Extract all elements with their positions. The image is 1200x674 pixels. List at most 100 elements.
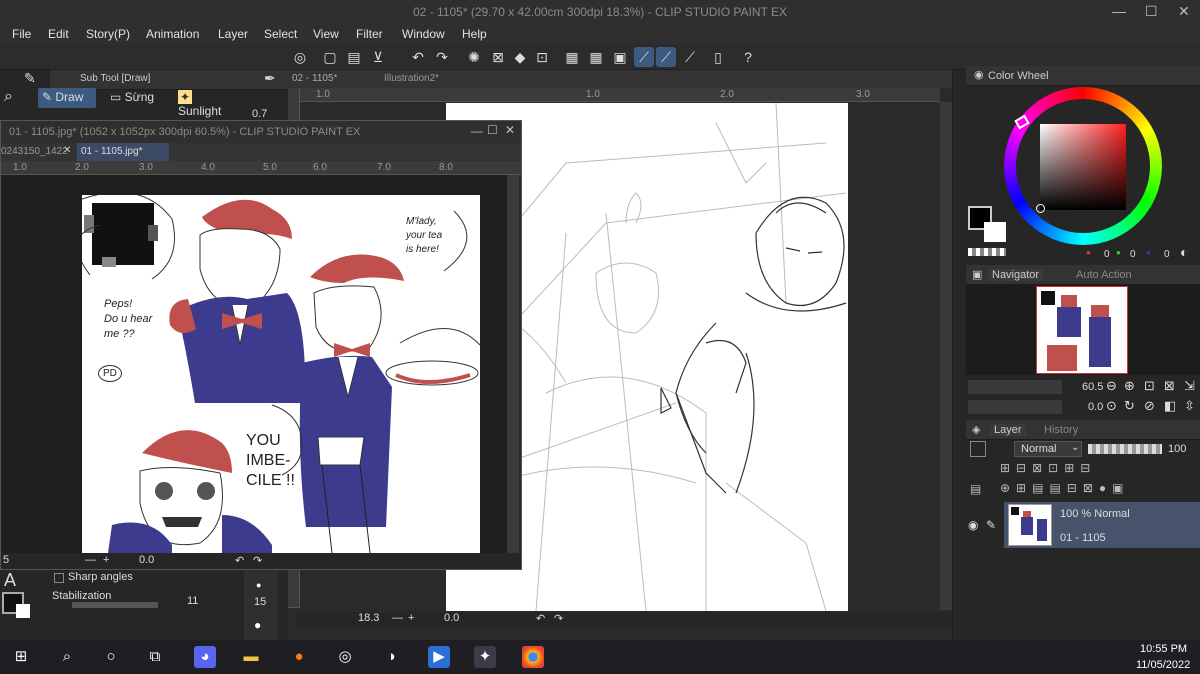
- navigator-flip-icon[interactable]: ⇲: [1184, 378, 1195, 394]
- menu-select[interactable]: Select: [264, 27, 297, 41]
- sub-color-swatch[interactable]: [16, 604, 30, 618]
- tab-navigator[interactable]: Navigator: [988, 269, 1044, 281]
- layer-toggle-icon[interactable]: ▤: [970, 482, 981, 496]
- subtool-draw[interactable]: ✎ Draw: [38, 88, 96, 108]
- menu-layer[interactable]: Layer: [218, 27, 248, 41]
- layer-color-box[interactable]: [970, 441, 986, 457]
- layer-options-row2[interactable]: ⊕⊞▤▤⊟⊠●▣: [1000, 481, 1200, 499]
- navigator-zoom-value[interactable]: 60.5: [1082, 381, 1103, 393]
- minimize-button[interactable]: —: [1112, 3, 1126, 19]
- snap-ruler-icon[interactable]: ⟋: [634, 47, 654, 67]
- navigator-flip-v-icon[interactable]: ⇳: [1184, 398, 1195, 414]
- tab-layer[interactable]: Layer: [990, 424, 1026, 436]
- clock-time[interactable]: 10:55 PM: [1140, 643, 1187, 655]
- navigator-angle-value[interactable]: 0.0: [1088, 401, 1103, 413]
- search-icon[interactable]: ⌕: [56, 646, 78, 668]
- file-explorer-icon[interactable]: ▬: [240, 646, 262, 668]
- brush-size-value[interactable]: 15: [254, 596, 266, 608]
- clip-studio-paint-icon[interactable]: ◑: [380, 646, 402, 668]
- eye-icon[interactable]: ◉: [968, 518, 978, 532]
- pen-icon[interactable]: ✎: [24, 70, 36, 87]
- layer-options-row1[interactable]: ⊞⊟⊠⊡⊞⊟: [1000, 461, 1200, 479]
- tab-close-icon[interactable]: ✕: [63, 145, 71, 156]
- stabilization-value[interactable]: 11: [187, 595, 198, 607]
- navigator-fit-icon[interactable]: ⊡: [1144, 378, 1155, 394]
- subtool-sung[interactable]: ▭ Sừng: [106, 88, 168, 108]
- brush-tool-icon[interactable]: ✒: [264, 70, 276, 87]
- tab-auto-action[interactable]: Auto Action: [1076, 269, 1132, 281]
- layer-item[interactable]: 100 % Normal 01 - 1105: [1004, 502, 1200, 548]
- maximize-button[interactable]: ☐: [1145, 3, 1158, 20]
- navigator-zoom-slider[interactable]: [968, 380, 1062, 394]
- navigator-thumbnail[interactable]: [1036, 286, 1128, 374]
- clear-icon[interactable]: ⊠: [488, 47, 508, 67]
- zoom-icon[interactable]: ⌕: [4, 88, 13, 106]
- transform-icon[interactable]: ⊡: [532, 47, 552, 67]
- new-file-icon[interactable]: ▢: [320, 47, 340, 67]
- float-angle-value[interactable]: 0.0: [139, 554, 154, 566]
- opacity-slider[interactable]: [1088, 444, 1162, 454]
- paint-app-icon[interactable]: ✦: [474, 646, 496, 668]
- float-zoom-out-icon[interactable]: —: [85, 554, 96, 566]
- navigator-reset-icon[interactable]: ⊘: [1144, 398, 1155, 414]
- float-close-button[interactable]: ✕: [505, 123, 515, 137]
- task-view-icon[interactable]: ⧉: [144, 646, 166, 668]
- float-scrollbar-vertical[interactable]: [507, 175, 519, 553]
- rotate-right-icon[interactable]: ↷: [554, 612, 563, 625]
- float-zoom-in-icon[interactable]: +: [103, 554, 109, 566]
- help-icon[interactable]: ?: [738, 47, 758, 67]
- loading-icon[interactable]: ✺: [464, 47, 484, 67]
- zoom-in-icon[interactable]: +: [408, 612, 414, 624]
- tab-history[interactable]: History: [1044, 424, 1078, 436]
- undo-icon[interactable]: ↶: [408, 47, 428, 67]
- discord-icon[interactable]: ◕: [194, 646, 216, 668]
- snap-grid-icon[interactable]: ⟋: [680, 47, 700, 67]
- main-scrollbar-vertical[interactable]: [940, 102, 952, 610]
- layer-pen-icon[interactable]: ✎: [986, 518, 996, 532]
- float-minimize-button[interactable]: —: [471, 124, 483, 138]
- tab-illustration2[interactable]: Illustration2*: [384, 73, 439, 84]
- brush-dot-icon[interactable]: ●: [256, 580, 261, 590]
- navigator-rotate-left-icon[interactable]: ⊙: [1106, 398, 1117, 414]
- color-mode-icon[interactable]: ◐: [1180, 244, 1188, 260]
- rotate-left-icon[interactable]: ↶: [536, 612, 545, 625]
- main-angle-value[interactable]: 0.0: [444, 612, 459, 624]
- selection-icon[interactable]: ▦: [562, 47, 582, 67]
- navigator-rotate-right-icon[interactable]: ↻: [1124, 398, 1135, 414]
- selection3-icon[interactable]: ▣: [610, 47, 630, 67]
- open-file-icon[interactable]: ▤: [344, 47, 364, 67]
- zoom-out-icon[interactable]: —: [392, 612, 403, 624]
- smartphone-icon[interactable]: ▯: [708, 47, 728, 67]
- navigator-zoom-in-icon[interactable]: ⊕: [1124, 378, 1135, 394]
- selection2-icon[interactable]: ▦: [586, 47, 606, 67]
- transparent-color-swatch[interactable]: [968, 248, 1006, 256]
- navigator-zoom-out-icon[interactable]: ⊖: [1106, 378, 1117, 394]
- text-tool-icon[interactable]: A: [4, 570, 16, 591]
- chrome-icon[interactable]: [522, 646, 544, 668]
- menu-edit[interactable]: Edit: [48, 27, 69, 41]
- float-zoom-value[interactable]: 5: [3, 554, 9, 566]
- redo-icon[interactable]: ↷: [432, 47, 452, 67]
- firefox-icon[interactable]: ●: [288, 646, 310, 668]
- blend-mode-select[interactable]: Normal ⌄: [1014, 441, 1082, 457]
- float-rotate-left-icon[interactable]: ↶: [235, 554, 244, 567]
- float-tab-1[interactable]: 0243150_1422: [1, 146, 68, 157]
- float-rotate-right-icon[interactable]: ↷: [253, 554, 262, 567]
- brush-dot-large-icon[interactable]: ●: [254, 618, 261, 632]
- stabilization-slider[interactable]: [72, 602, 158, 608]
- snap-special-icon[interactable]: ⟋: [656, 47, 676, 67]
- windows-start-icon[interactable]: ⊞: [10, 646, 32, 668]
- menu-view[interactable]: View: [313, 27, 339, 41]
- sub-color-swatch-right[interactable]: [984, 222, 1006, 242]
- float-maximize-button[interactable]: ☐: [487, 123, 498, 137]
- sharp-angles-checkbox[interactable]: [54, 573, 64, 583]
- main-zoom-value[interactable]: 18.3: [358, 612, 379, 624]
- tab-02-1105[interactable]: 02 - 1105*: [292, 73, 337, 84]
- navigator-rotate-slider[interactable]: [968, 400, 1062, 414]
- save-icon[interactable]: ⊻: [368, 47, 388, 67]
- subtool-sunlight[interactable]: ✦ Sunlight: [174, 88, 240, 118]
- float-paper[interactable]: M'lady, your tea is here! Peps! Do u hea…: [76, 191, 481, 554]
- menu-window[interactable]: Window: [402, 27, 445, 41]
- menu-animation[interactable]: Animation: [146, 27, 199, 41]
- close-button[interactable]: ✕: [1178, 3, 1190, 20]
